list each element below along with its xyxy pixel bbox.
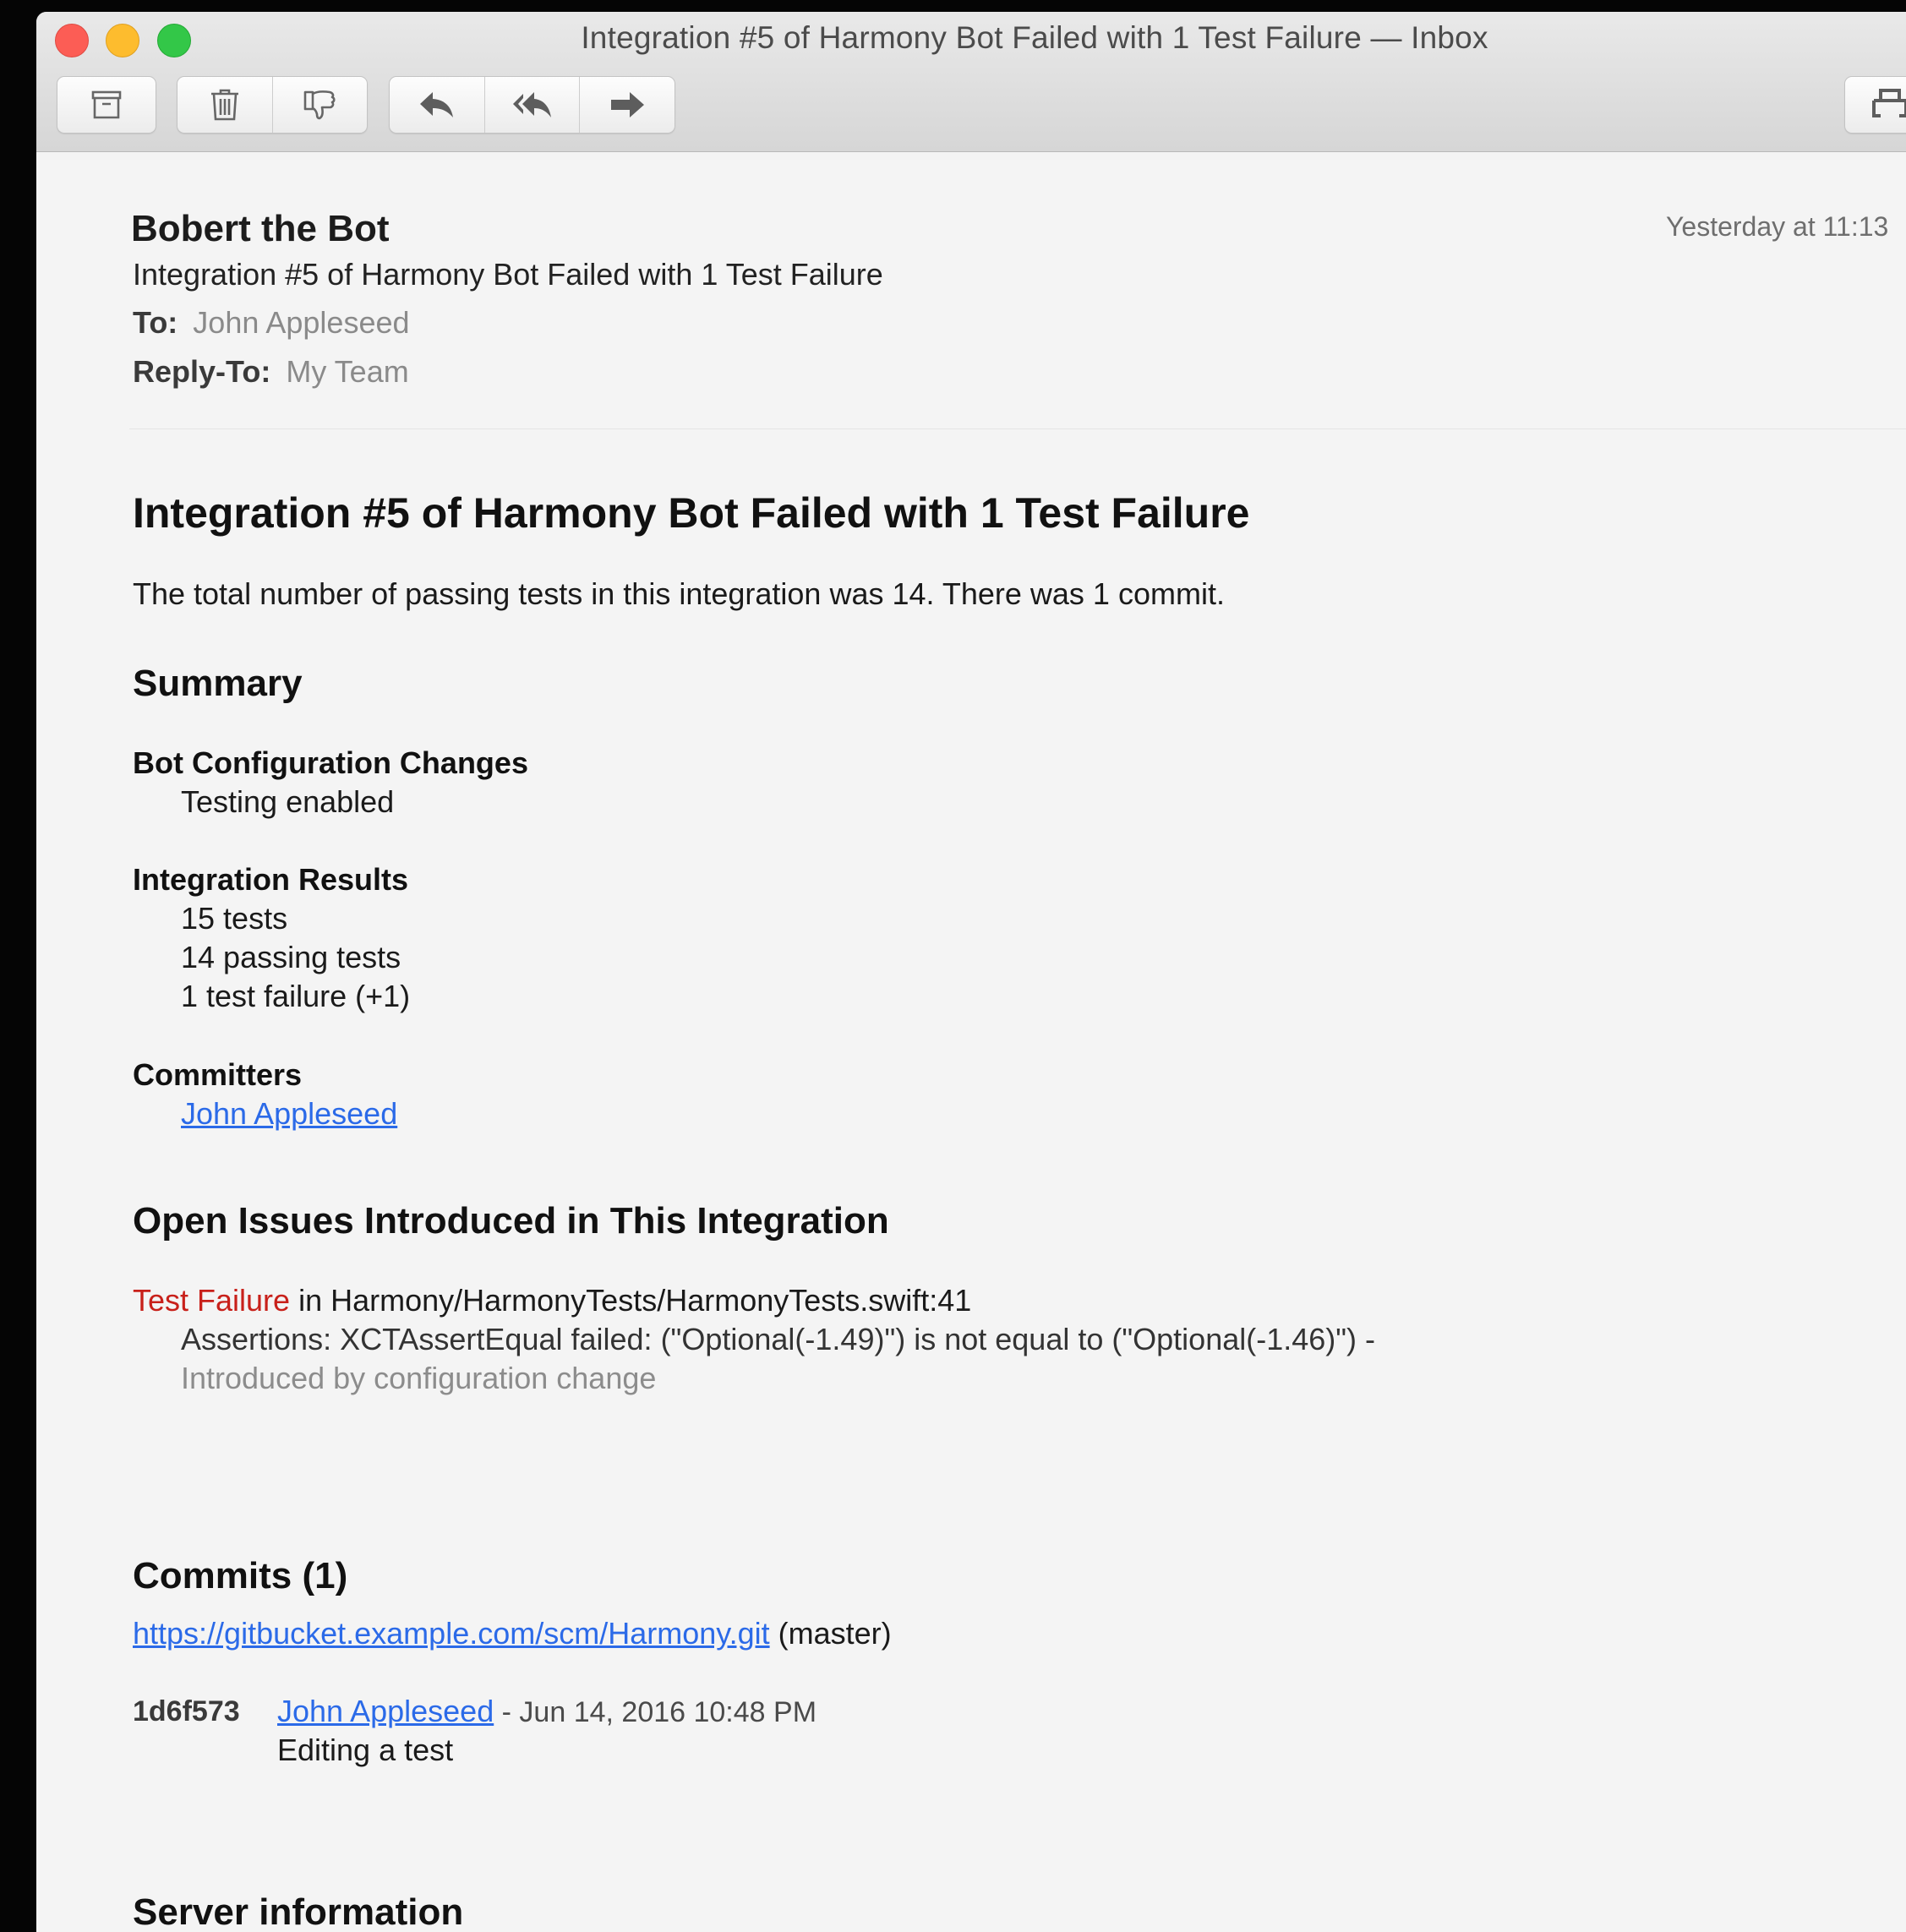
commits-heading: Commits (1) xyxy=(133,1555,348,1596)
repo-branch: (master) xyxy=(769,1616,892,1651)
trash-icon xyxy=(210,89,238,121)
print-group xyxy=(1844,76,1906,134)
reply-button[interactable] xyxy=(390,77,485,133)
commit-message: Editing a test xyxy=(277,1733,454,1767)
reply-to-row: Reply-To: My Team xyxy=(133,354,409,390)
intro-text: The total number of passing tests in thi… xyxy=(133,576,1225,611)
forward-arrow-icon xyxy=(611,92,645,117)
results-heading: Integration Results xyxy=(133,862,409,897)
reply-all-button[interactable] xyxy=(485,77,581,133)
archive-group xyxy=(57,76,156,134)
result-item-total: 15 tests xyxy=(181,901,288,936)
thumbs-down-icon xyxy=(303,90,336,120)
to-value[interactable]: John Appleseed xyxy=(193,305,409,340)
reply-to-value[interactable]: My Team xyxy=(286,354,408,389)
config-item: Testing enabled xyxy=(181,784,395,819)
failure-location: in Harmony/HarmonyTests/HarmonyTests.swi… xyxy=(290,1283,972,1318)
config-heading: Bot Configuration Changes xyxy=(133,745,528,780)
to-row: To: John Appleseed xyxy=(133,305,410,341)
sender-name: Bobert the Bot xyxy=(131,208,390,249)
mail-window: Integration #5 of Harmony Bot Failed wit… xyxy=(36,12,1906,1932)
header-separator xyxy=(129,428,1906,429)
result-item-passing: 14 passing tests xyxy=(181,940,401,974)
repo-link[interactable]: https://gitbucket.example.com/scm/Harmon… xyxy=(133,1616,770,1651)
window-title: Integration #5 of Harmony Bot Failed wit… xyxy=(581,20,1488,55)
body-heading: Integration #5 of Harmony Bot Failed wit… xyxy=(133,489,1250,537)
commit-author-link[interactable]: John Appleseed xyxy=(277,1694,494,1728)
result-item-failures: 1 test failure (+1) xyxy=(181,979,411,1013)
delete-button[interactable] xyxy=(177,77,273,133)
failure-label: Test Failure xyxy=(133,1283,291,1318)
message-view: Bobert the Bot Yesterday at 11:13 Integr… xyxy=(36,152,1906,1932)
commit-meta-line: John Appleseed - Jun 14, 2016 10:48 PM xyxy=(277,1694,816,1729)
committers-heading: Committers xyxy=(133,1057,303,1092)
server-info-heading: Server information xyxy=(133,1891,464,1932)
printer-icon xyxy=(1872,89,1906,117)
titlebar: Integration #5 of Harmony Bot Failed wit… xyxy=(36,12,1906,152)
commit-date: - Jun 14, 2016 10:48 PM xyxy=(494,1696,817,1728)
issues-heading: Open Issues Introduced in This Integrati… xyxy=(133,1200,889,1242)
summary-heading: Summary xyxy=(133,663,303,704)
repo-line: https://gitbucket.example.com/scm/Harmon… xyxy=(133,1616,892,1651)
to-label: To: xyxy=(133,305,178,340)
committer-link[interactable]: John Appleseed xyxy=(181,1096,397,1132)
commit-hash: 1d6f573 xyxy=(133,1695,240,1727)
reply-group xyxy=(389,76,675,134)
delete-junk-group xyxy=(177,76,368,134)
reply-all-arrow-icon xyxy=(512,92,551,117)
failure-line: Test Failure in Harmony/HarmonyTests/Har… xyxy=(133,1283,971,1318)
reply-to-label: Reply-To: xyxy=(133,354,271,389)
message-subject: Integration #5 of Harmony Bot Failed wit… xyxy=(133,257,883,292)
forward-button[interactable] xyxy=(580,77,674,133)
archive-box-icon xyxy=(91,90,122,119)
print-button[interactable] xyxy=(1845,77,1906,133)
junk-button[interactable] xyxy=(273,77,368,133)
assertion-text: Assertions: XCTAssertEqual failed: ("Opt… xyxy=(181,1322,1376,1356)
issue-note: Introduced by configuration change xyxy=(181,1361,657,1395)
archive-button[interactable] xyxy=(57,77,156,133)
message-date: Yesterday at 11:13 xyxy=(1666,211,1889,242)
reply-arrow-icon xyxy=(419,92,453,117)
